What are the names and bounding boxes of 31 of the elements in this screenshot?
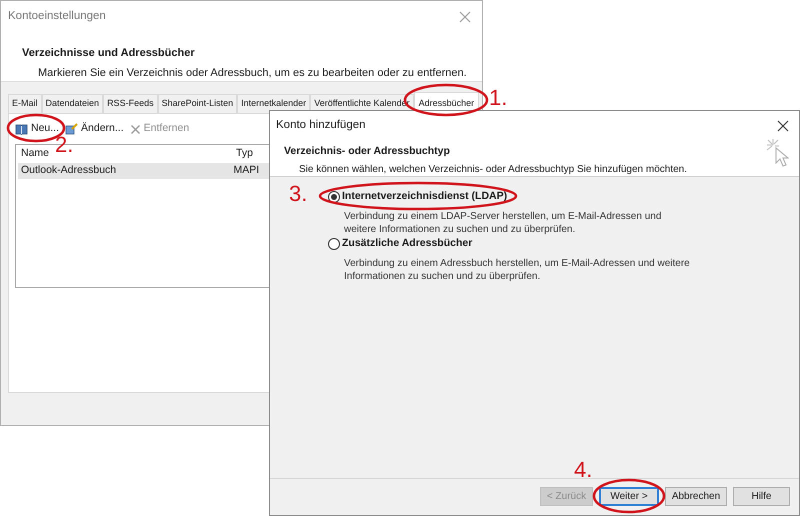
radio-option[interactable]: Internetverzeichnisdienst (LDAP) xyxy=(328,189,508,205)
section-description: Sie können wählen, welchen Verzeichnis- oder Adressbuchtyp Sie hinzufügen möchten. xyxy=(299,163,688,177)
window-title: Kontoeinstellungen xyxy=(8,9,106,24)
section-heading: Verzeichnis- oder Adressbuchtyp xyxy=(284,144,450,160)
step-number: 1. xyxy=(489,86,508,110)
tab[interactable]: SharePoint-Listen xyxy=(158,94,238,113)
step-number: 4. xyxy=(574,458,592,482)
tab[interactable]: E-Mail xyxy=(8,94,42,113)
option-description: Verbindung zu einem Adressbuch herstellen, um E-Mail-Adressen und weitere Informationen zu suchen und zu überprüfen. xyxy=(344,256,690,282)
close-icon[interactable] xyxy=(777,120,789,132)
radio-button[interactable] xyxy=(328,238,340,250)
card-pencil-icon xyxy=(65,123,78,135)
tab[interactable]: RSS-Feeds xyxy=(103,94,158,113)
dialog-button[interactable]: Abbrechen xyxy=(665,487,727,506)
column-header[interactable]: Typ xyxy=(231,146,271,162)
section-heading: Verzeichnisse und Adressbücher xyxy=(22,46,195,62)
section-description: Markieren Sie ein Verzeichnis oder Adressbuch, um es zu bearbeiten oder zu entfernen. xyxy=(38,66,467,81)
option-description: Verbindung zu einem LDAP-Server herstellen, um E-Mail-Adressen und weitere Informationen zu suchen und zu überprüfen. xyxy=(344,210,662,236)
table-row[interactable]: Outlook-Adressbuch MAPI xyxy=(18,163,270,179)
radio-option[interactable]: Zusätzliche Adressbücher xyxy=(328,236,472,252)
cursor-sparkle-icon xyxy=(765,138,789,168)
step-number: 3. xyxy=(289,182,308,206)
dialog-title: Konto hinzufügen xyxy=(276,118,366,133)
dialog-button[interactable]: Weiter > xyxy=(599,487,659,506)
table-cell-text: MAPI xyxy=(232,163,260,178)
tab[interactable]: Datendateien xyxy=(42,94,104,113)
table-cell-text: Outlook-Adressbuch xyxy=(20,163,118,178)
cross-icon xyxy=(130,124,141,134)
dialog-button[interactable]: Hilfe xyxy=(733,487,790,506)
book-icon xyxy=(15,124,28,134)
tab[interactable]: Internetkalender xyxy=(237,94,310,113)
